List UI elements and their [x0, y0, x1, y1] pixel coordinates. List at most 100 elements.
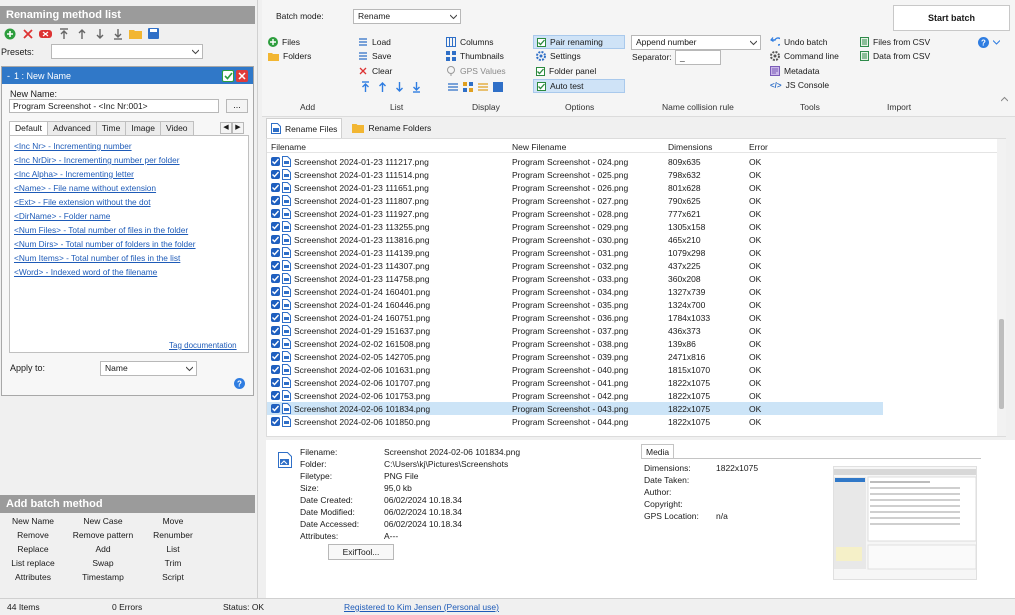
row-checkbox-icon[interactable]: [271, 183, 280, 192]
pair-renaming-toggle[interactable]: Pair renaming: [533, 35, 625, 49]
add-remove-button[interactable]: Remove: [0, 530, 68, 540]
add-replace-button[interactable]: Replace: [0, 544, 68, 554]
table-row[interactable]: Screenshot 2024-02-06 101753.png Program …: [267, 389, 883, 402]
table-row[interactable]: Screenshot 2024-01-23 114139.png Program …: [267, 246, 883, 259]
tab-scroll-left-icon[interactable]: ◀: [220, 122, 232, 134]
tab-rename-folders[interactable]: Rename Folders: [348, 118, 435, 138]
tab-time[interactable]: Time: [95, 121, 127, 135]
tag-link[interactable]: <DirName> - Folder name: [14, 211, 110, 221]
table-row[interactable]: Screenshot 2024-01-23 111217.png Program …: [267, 155, 883, 168]
row-checkbox-icon[interactable]: [271, 209, 280, 218]
view-icons-icon[interactable]: [493, 82, 503, 92]
exiftool-button[interactable]: ExifTool...: [328, 544, 394, 560]
list-save-button[interactable]: Save: [358, 51, 391, 61]
collapse-ribbon-icon[interactable]: [1001, 96, 1008, 102]
move-up-icon[interactable]: [75, 27, 88, 40]
tab-scroll-right-icon[interactable]: ▶: [232, 122, 244, 134]
apply-to-dropdown[interactable]: Name: [100, 361, 197, 376]
method-header[interactable]: - 1 : New Name: [2, 67, 253, 84]
help-menu-button[interactable]: ?: [978, 37, 1000, 48]
clear-methods-icon[interactable]: [39, 27, 52, 40]
add-script-button[interactable]: Script: [138, 572, 208, 582]
table-row[interactable]: Screenshot 2024-01-23 113255.png Program …: [267, 220, 883, 233]
insert-tag-button[interactable]: ...: [226, 99, 248, 113]
row-checkbox-icon[interactable]: [271, 170, 280, 179]
row-checkbox-icon[interactable]: [271, 339, 280, 348]
column-filename[interactable]: Filename: [271, 142, 306, 152]
row-checkbox-icon[interactable]: [271, 157, 280, 166]
table-row[interactable]: Screenshot 2024-01-29 151637.png Program …: [267, 324, 883, 337]
table-row[interactable]: Screenshot 2024-01-23 111651.png Program …: [267, 181, 883, 194]
row-checkbox-icon[interactable]: [271, 287, 280, 296]
command-line-button[interactable]: Command line: [770, 51, 839, 61]
table-row[interactable]: Screenshot 2024-02-02 161508.png Program …: [267, 337, 883, 350]
row-checkbox-icon[interactable]: [271, 261, 280, 270]
tab-image[interactable]: Image: [125, 121, 161, 135]
tab-advanced[interactable]: Advanced: [46, 121, 97, 135]
move-bottom-icon[interactable]: [111, 27, 124, 40]
table-row[interactable]: Screenshot 2024-02-06 101850.png Program …: [267, 415, 883, 428]
presets-dropdown[interactable]: [51, 44, 203, 59]
tab-rename-files[interactable]: Rename Files: [266, 118, 343, 138]
row-checkbox-icon[interactable]: [271, 417, 280, 426]
folder-panel-toggle[interactable]: Folder panel: [536, 66, 596, 76]
table-row[interactable]: Screenshot 2024-02-06 101834.png Program …: [267, 402, 883, 415]
add-new-name-button[interactable]: New Name: [0, 516, 68, 526]
collision-rule-dropdown[interactable]: Append number: [631, 35, 761, 50]
move-top-icon[interactable]: [57, 27, 70, 40]
add-remove-pattern-button[interactable]: Remove pattern: [68, 530, 138, 540]
view-tiles-icon[interactable]: [463, 82, 473, 92]
tag-link[interactable]: <Inc Alpha> - Incrementing letter: [14, 169, 134, 179]
auto-test-toggle[interactable]: Auto test: [533, 79, 625, 93]
display-gps-button[interactable]: GPS Values: [446, 66, 506, 76]
move-down-icon[interactable]: [395, 81, 404, 93]
table-row[interactable]: Screenshot 2024-01-24 160446.png Program …: [267, 298, 883, 311]
display-thumbnails-button[interactable]: Thumbnails: [446, 51, 504, 61]
list-clear-button[interactable]: Clear: [358, 66, 392, 76]
tab-video[interactable]: Video: [159, 121, 194, 135]
table-row[interactable]: Screenshot 2024-01-23 111927.png Program …: [267, 207, 883, 220]
add-folders-button[interactable]: Folders: [268, 51, 311, 61]
remove-method-icon[interactable]: [236, 69, 248, 82]
registration-link[interactable]: Registered to Kim Jensen (Personal use): [344, 602, 499, 612]
tag-link[interactable]: <Word> - Indexed word of the filename: [14, 267, 157, 277]
settings-button[interactable]: Settings: [536, 51, 581, 61]
tag-link[interactable]: <Inc Nr> - Incrementing number: [14, 141, 132, 151]
table-row[interactable]: Screenshot 2024-01-24 160401.png Program …: [267, 285, 883, 298]
column-new-filename[interactable]: New Filename: [512, 142, 566, 152]
tab-default[interactable]: Default: [9, 121, 48, 135]
list-load-button[interactable]: Load: [358, 37, 391, 47]
table-row[interactable]: Screenshot 2024-02-06 101707.png Program …: [267, 376, 883, 389]
add-new-case-button[interactable]: New Case: [68, 516, 138, 526]
tag-link[interactable]: <Num Items> - Total number of files in t…: [14, 253, 180, 263]
table-row[interactable]: Screenshot 2024-01-23 113816.png Program …: [267, 233, 883, 246]
add-timestamp-button[interactable]: Timestamp: [68, 572, 138, 582]
row-checkbox-icon[interactable]: [271, 248, 280, 257]
move-top-icon[interactable]: [361, 81, 370, 93]
row-checkbox-icon[interactable]: [271, 391, 280, 400]
batch-mode-dropdown[interactable]: Rename: [353, 9, 461, 24]
help-icon[interactable]: ?: [234, 378, 245, 389]
add-list-replace-button[interactable]: List replace: [0, 558, 68, 568]
add-method-icon[interactable]: [3, 27, 16, 40]
row-checkbox-icon[interactable]: [271, 326, 280, 335]
collapse-icon[interactable]: -: [7, 71, 10, 81]
tab-media[interactable]: Media: [641, 444, 675, 459]
table-row[interactable]: Screenshot 2024-01-23 114758.png Program …: [267, 272, 883, 285]
view-list-icon[interactable]: [478, 82, 488, 92]
vertical-scrollbar[interactable]: [997, 139, 1006, 436]
scrollbar-thumb[interactable]: [999, 319, 1004, 409]
view-details-icon[interactable]: [448, 82, 458, 92]
add-swap-button[interactable]: Swap: [68, 558, 138, 568]
add-files-button[interactable]: Files: [268, 37, 300, 47]
delete-method-icon[interactable]: [21, 27, 34, 40]
new-name-input[interactable]: Program Screenshot - <Inc Nr:001>: [9, 99, 219, 113]
row-checkbox-icon[interactable]: [271, 404, 280, 413]
files-from-csv-button[interactable]: Files from CSV: [860, 37, 930, 47]
add-list-button[interactable]: List: [138, 544, 208, 554]
add-trim-button[interactable]: Trim: [138, 558, 208, 568]
tag-link[interactable]: <Num Dirs> - Total number of folders in …: [14, 239, 196, 249]
row-checkbox-icon[interactable]: [271, 222, 280, 231]
tag-link[interactable]: <Num Files> - Total number of files in t…: [14, 225, 188, 235]
table-row[interactable]: Screenshot 2024-01-23 114307.png Program …: [267, 259, 883, 272]
